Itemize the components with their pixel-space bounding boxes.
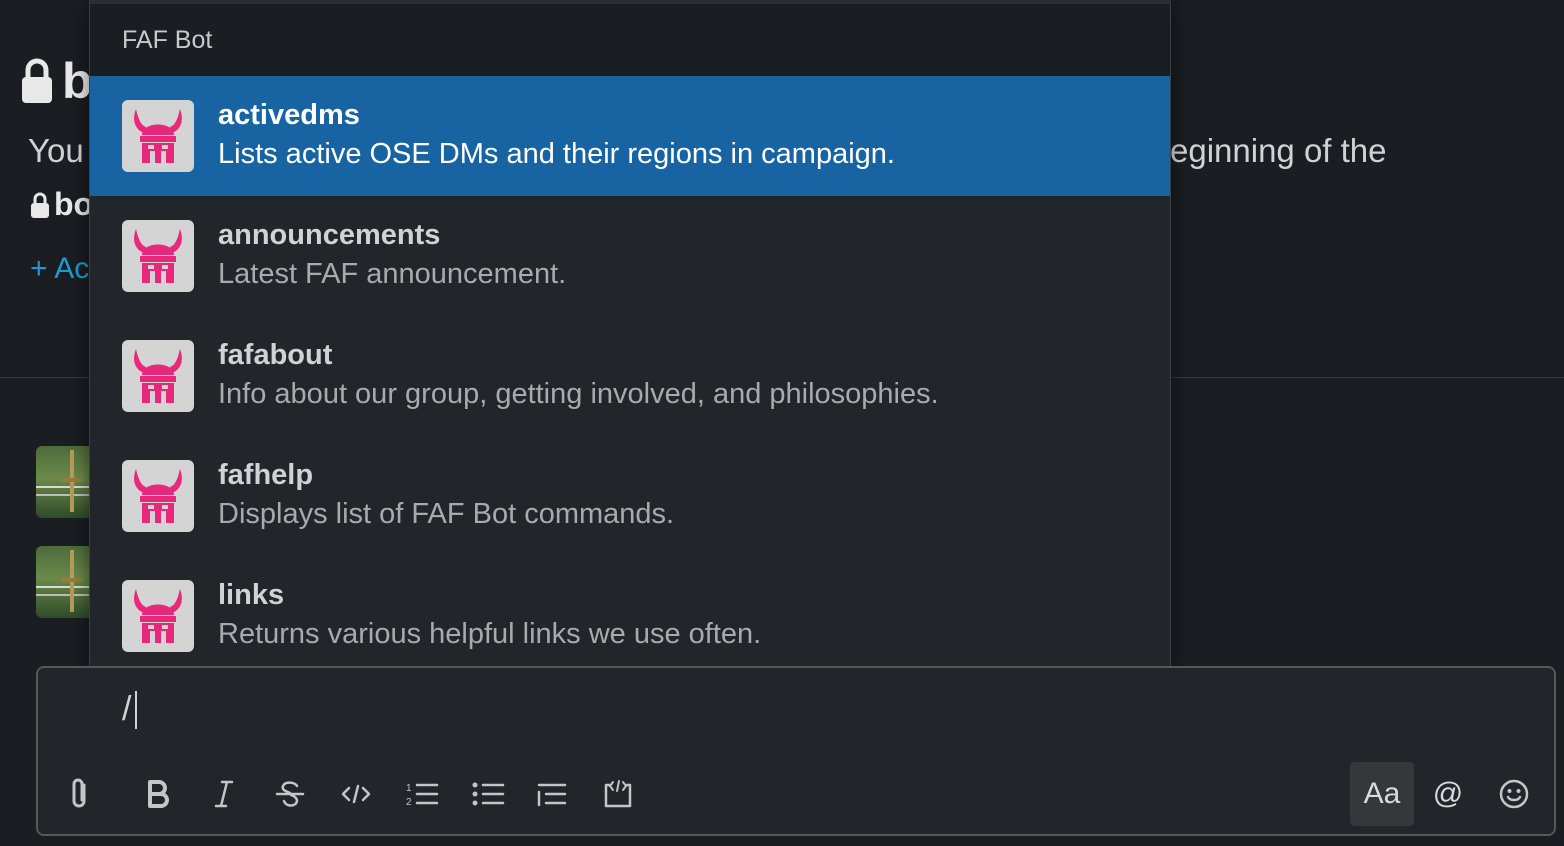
message-input[interactable]: / xyxy=(122,690,138,729)
viking-helmet-icon xyxy=(122,220,194,292)
viking-helmet-icon xyxy=(122,340,194,412)
code-icon xyxy=(341,784,371,804)
command-description: Displays list of FAF Bot commands. xyxy=(218,498,675,530)
command-name: fafabout xyxy=(218,339,333,371)
strikethrough-button[interactable] xyxy=(258,762,322,826)
command-item-announcements[interactable]: announcements Latest FAF announcement. xyxy=(90,196,1170,316)
command-description: Info about our group, getting involved, … xyxy=(218,378,939,410)
avatar[interactable] xyxy=(36,446,94,518)
code-button[interactable] xyxy=(324,762,388,826)
channel-link-text: bo xyxy=(54,186,94,222)
command-name: fafhelp xyxy=(218,459,314,491)
command-item-fafabout[interactable]: fafabout Info about our group, getting i… xyxy=(90,316,1170,436)
avatar[interactable] xyxy=(36,546,94,618)
paperclip-icon xyxy=(72,778,86,808)
svg-text:1: 1 xyxy=(406,783,412,794)
lock-icon xyxy=(22,58,52,103)
command-item-fafhelp[interactable]: fafhelp Displays list of FAF Bot command… xyxy=(90,436,1170,556)
popup-header: FAF Bot xyxy=(90,4,1170,76)
command-list: activedms Lists active OSE DMs and their… xyxy=(90,76,1170,676)
command-name: activedms xyxy=(218,99,360,131)
viking-helmet-icon xyxy=(122,580,194,652)
bulleted-list-button[interactable] xyxy=(456,762,520,826)
text-caret xyxy=(135,690,138,729)
blockquote-icon xyxy=(537,783,567,807)
ordered-list-button[interactable]: 1 2 xyxy=(390,762,454,826)
command-name: announcements xyxy=(218,219,441,251)
emoji-button[interactable] xyxy=(1482,762,1546,826)
command-item-links[interactable]: links Returns various helpful links we u… xyxy=(90,556,1170,676)
attach-button[interactable] xyxy=(48,762,112,826)
channel-title-text: b xyxy=(62,53,93,109)
code-block-icon xyxy=(604,780,632,808)
italic-button[interactable] xyxy=(192,762,256,826)
smiley-icon xyxy=(1499,779,1529,809)
command-autocomplete-popup: FAF Bot activedms Lists active OSE DMs a… xyxy=(89,0,1171,677)
intro-text-right: eginning of the xyxy=(1170,132,1387,169)
mention-button[interactable]: @ xyxy=(1416,762,1480,826)
command-description: Latest FAF announcement. xyxy=(218,258,567,290)
bold-icon xyxy=(148,780,169,808)
code-block-button[interactable] xyxy=(586,762,650,826)
italic-icon xyxy=(214,780,234,808)
intro-text-left: You xyxy=(28,132,84,169)
viking-helmet-icon xyxy=(122,460,194,532)
add-people-link[interactable]: + Ac xyxy=(30,252,89,286)
channel-link[interactable]: bo xyxy=(30,186,93,223)
format-toggle-button[interactable]: Aa xyxy=(1350,762,1414,826)
command-description: Returns various helpful links we use oft… xyxy=(218,618,762,650)
command-description: Lists active OSE DMs and their regions i… xyxy=(218,138,895,170)
command-name: links xyxy=(218,579,285,611)
bold-button[interactable] xyxy=(126,762,190,826)
format-toggle-label: Aa xyxy=(1363,777,1401,810)
formatting-toolbar: 1 2 Aa @ xyxy=(38,762,1554,828)
lock-icon xyxy=(31,192,49,218)
strikethrough-icon xyxy=(275,781,305,807)
blockquote-button[interactable] xyxy=(520,762,584,826)
message-composer[interactable]: / 1 2 Aa @ xyxy=(36,666,1556,836)
at-icon: @ xyxy=(1432,777,1464,810)
bulleted-list-icon xyxy=(472,782,505,806)
ordered-list-icon: 1 2 xyxy=(406,783,439,808)
channel-title: b xyxy=(20,52,93,110)
message-input-value: / xyxy=(122,690,132,728)
viking-helmet-icon xyxy=(122,100,194,172)
command-item-activedms[interactable]: activedms Lists active OSE DMs and their… xyxy=(90,76,1170,196)
svg-text:2: 2 xyxy=(406,797,412,808)
